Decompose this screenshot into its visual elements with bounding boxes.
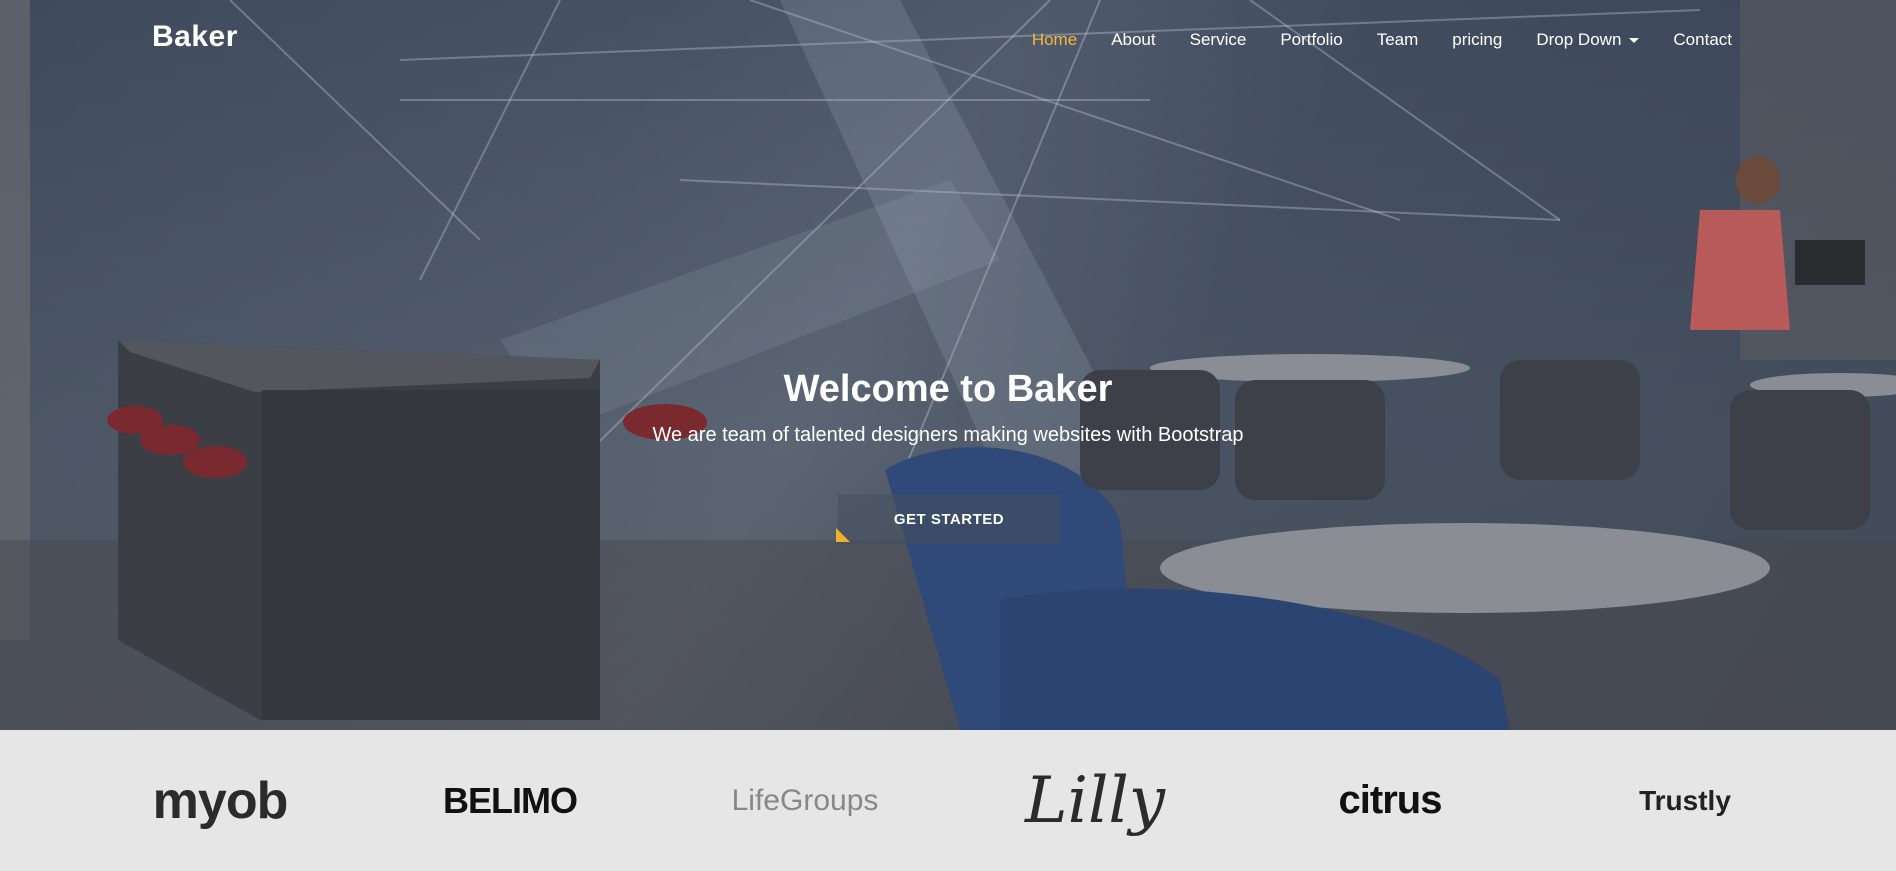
- hero-subtitle: We are team of talented designers making…: [652, 424, 1244, 446]
- nav-item-portfolio[interactable]: Portfolio: [1280, 30, 1342, 50]
- nav-dropdown-label: Drop Down: [1536, 30, 1622, 49]
- hero-title: Welcome to Baker: [783, 368, 1113, 410]
- client-logo-belimo: BELIMO: [443, 779, 578, 821]
- navbar: Baker Home About Service Portfolio Team …: [0, 0, 1896, 80]
- get-started-button[interactable]: GET STARTED: [838, 494, 1060, 544]
- nav-item-about[interactable]: About: [1111, 30, 1155, 50]
- hero-section: Baker Home About Service Portfolio Team …: [0, 0, 1896, 730]
- clients-section: myob BELIMO LifeGroups Lilly citrus Trus…: [0, 730, 1896, 871]
- client-logo-lilly: Lilly: [1024, 763, 1166, 838]
- client-logo-trustly: Trustly: [1639, 784, 1731, 816]
- nav-item-dropdown[interactable]: Drop Down: [1536, 30, 1640, 50]
- nav-item-pricing[interactable]: pricing: [1452, 30, 1502, 50]
- hero-background-image: [0, 0, 1896, 730]
- nav-item-team[interactable]: Team: [1377, 30, 1419, 50]
- client-logo-citrus: citrus: [1338, 778, 1443, 822]
- client-logo-myob: myob: [152, 771, 289, 830]
- nav-item-home[interactable]: Home: [1032, 30, 1077, 50]
- nav-item-contact[interactable]: Contact: [1673, 30, 1732, 50]
- client-logo-lifegroups: LifeGroups: [731, 783, 879, 817]
- chevron-down-icon: [1629, 38, 1640, 44]
- nav-item-service[interactable]: Service: [1190, 30, 1247, 50]
- brand-logo[interactable]: Baker: [152, 20, 238, 54]
- nav-menu: Home About Service Portfolio Team pricin…: [998, 30, 1732, 50]
- mouse-cursor-icon: [836, 528, 850, 542]
